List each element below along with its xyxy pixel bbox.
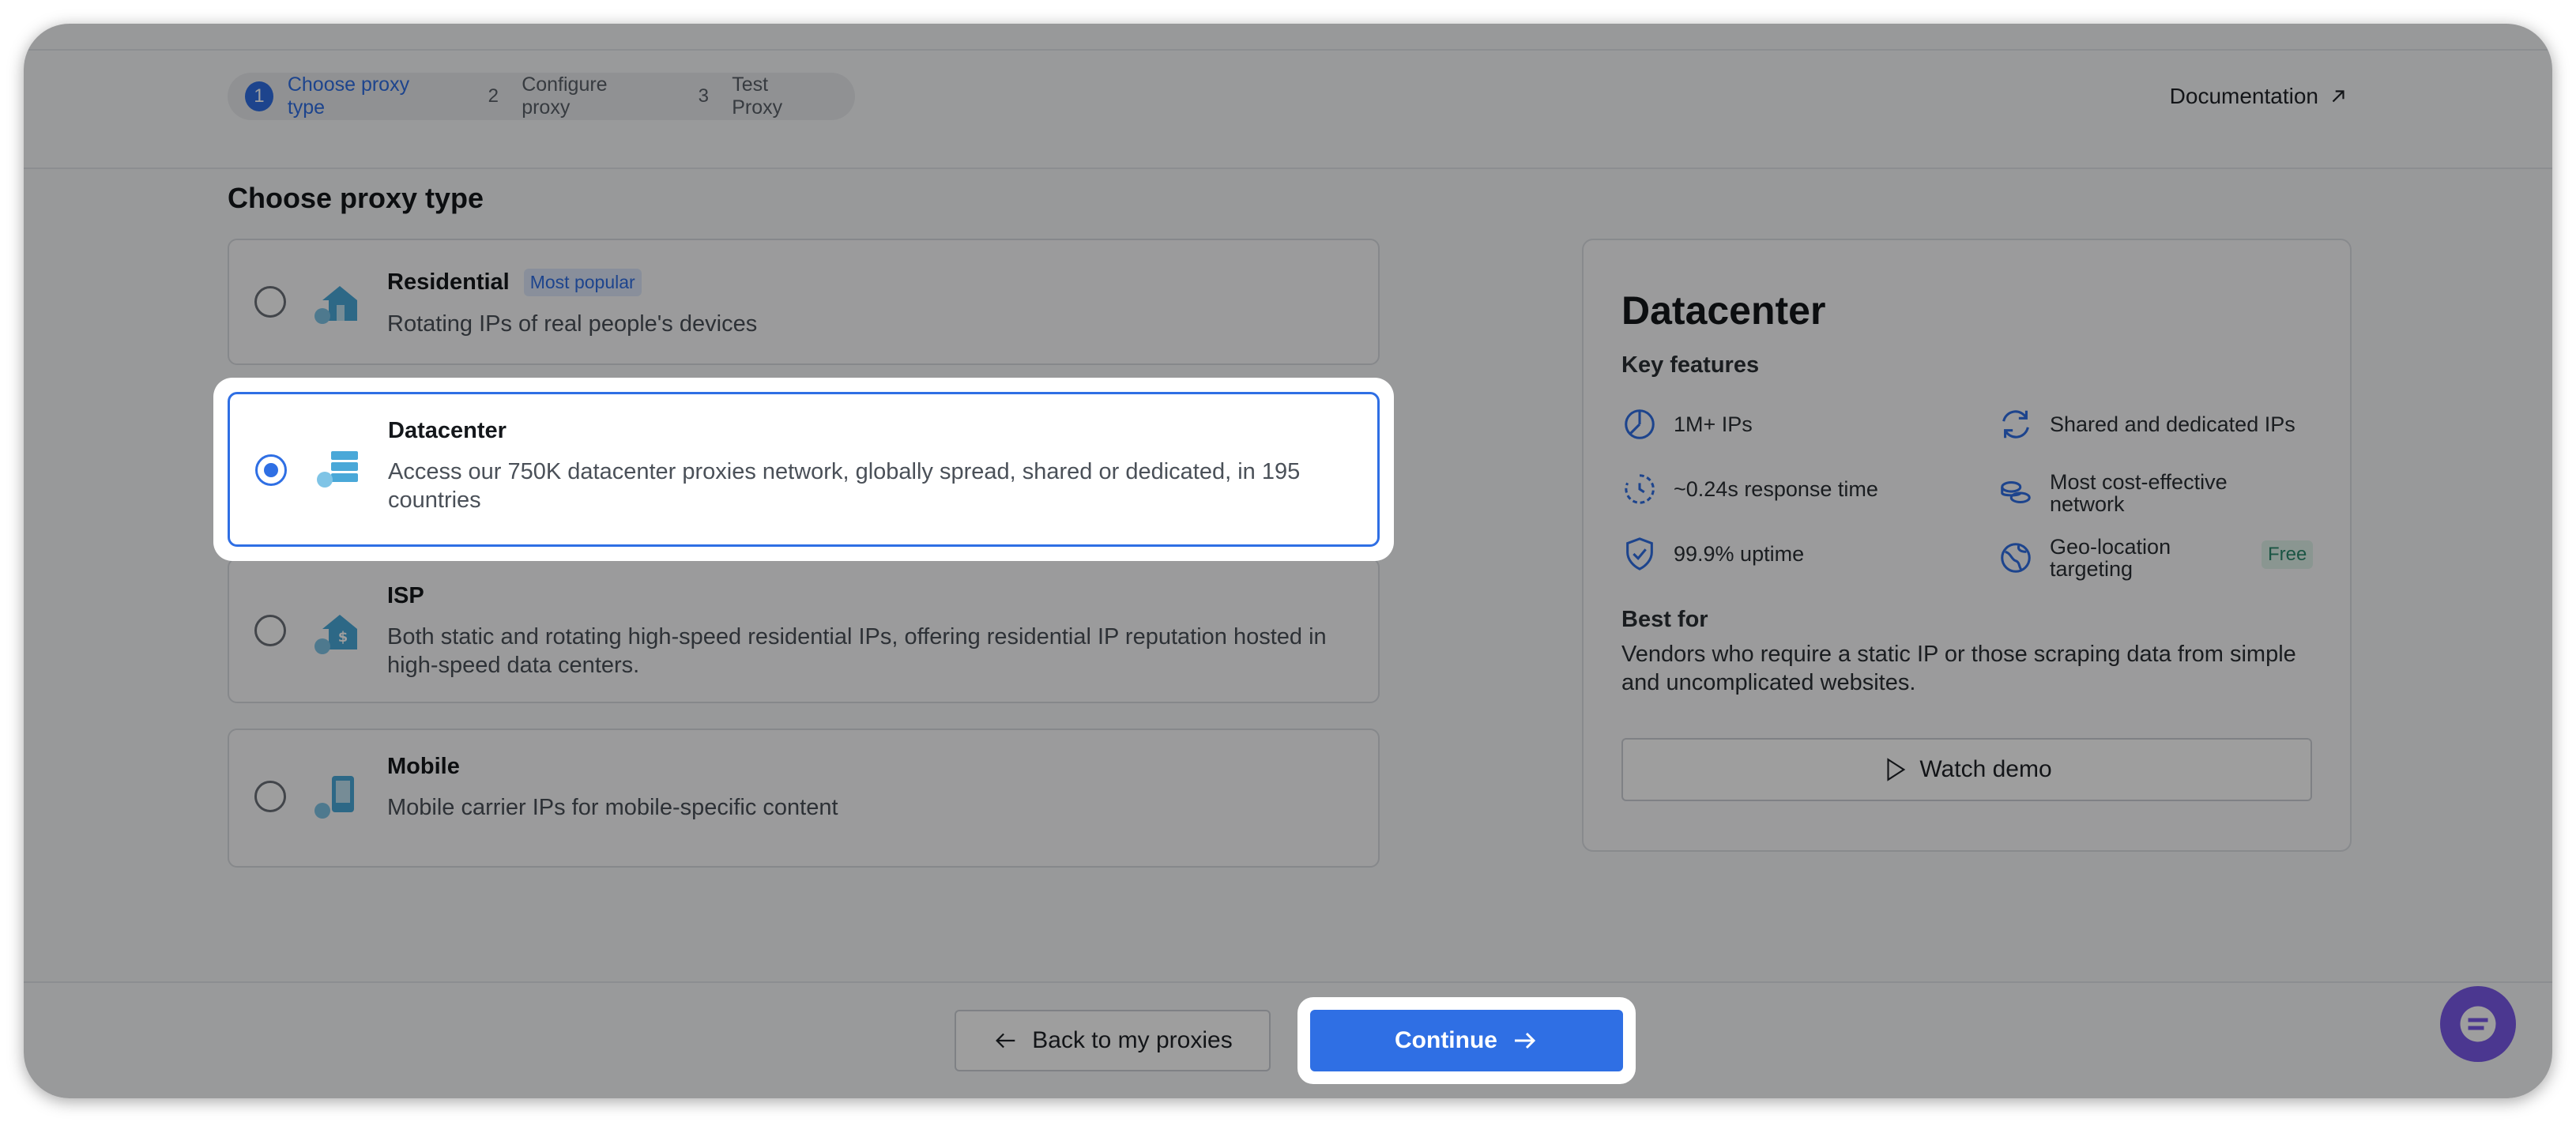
card-title: ISP [387,583,424,608]
chat-launcher-button[interactable] [2440,986,2516,1062]
pie-chart-icon [1625,409,1655,439]
feature-ips: 1M+ IPs [1621,406,1753,442]
step-number: 3 [698,85,710,107]
stepper: 1 Choose proxy type 2 Configure proxy 3 … [228,73,855,120]
card-title: Datacenter [388,418,507,443]
step-number: 2 [488,85,499,107]
external-link-icon [2332,90,2344,103]
shield-check-icon [1626,537,1653,570]
feature-uptime: 99.9% uptime [1621,536,1804,572]
step-number: 1 [245,81,273,111]
card-description: Mobile carrier IPs for mobile-specific c… [387,795,838,820]
best-for-label: Best for [1621,607,1708,632]
highlight-frame-continue: Continue [1297,997,1636,1084]
feature-label: 99.9% uptime [1674,542,1805,566]
feature-label: 1M+ IPs [1674,412,1753,436]
globe-icon [2001,543,2031,573]
back-to-proxies-button[interactable]: Back to my proxies [955,1010,1271,1071]
feature-cost-effective: Most cost-effective network [1998,471,2250,515]
highlight-frame-datacenter: Datacenter Access our 750K datacenter pr… [213,378,1394,561]
radio-isp[interactable] [254,615,286,646]
app-window: 1 Choose proxy type 2 Configure proxy 3 … [24,24,2552,1098]
card-description: Both static and rotating high-speed resi… [387,624,1327,678]
feature-label: Geo-location targeting [2050,535,2171,581]
feature-label: Most cost-effective network [2050,470,2228,516]
documentation-link[interactable]: Documentation [2170,84,2348,109]
coins-icon [2001,481,2031,504]
step-configure-proxy[interactable]: 2 Configure proxy [479,73,653,119]
arrow-left-icon [996,1033,1015,1049]
panel-title: Datacenter [1621,288,1826,333]
proxy-type-residential[interactable]: Residential Most popular Rotating IPs of… [228,239,1380,365]
step-label: Choose proxy type [287,73,410,119]
feature-response-time: ~0.24s response time [1621,471,1878,507]
timer-icon [1625,474,1655,504]
feature-geo-targeting: Geo-location targeting [1998,536,2171,580]
card-description: Rotating IPs of real people's devices [387,311,758,337]
radio-residential[interactable] [254,286,286,318]
play-icon [1887,758,1906,781]
feature-shared-dedicated: Shared and dedicated IPs [1998,406,2295,442]
watch-demo-label: Watch demo [1919,756,2052,782]
step-choose-proxy-type[interactable]: 1 Choose proxy type [245,73,443,119]
feature-label: ~0.24s response time [1674,477,1878,501]
continue-label: Continue [1395,1027,1497,1053]
step-label: Configure proxy [522,73,608,119]
datacenter-server-icon [317,451,358,488]
card-title: Mobile [387,754,460,779]
radio-mobile[interactable] [254,781,286,812]
back-label: Back to my proxies [1032,1027,1233,1053]
section-title: Choose proxy type [228,182,484,214]
proxy-type-isp[interactable]: $ ISP Both static and rotating high-spee… [228,558,1380,703]
radio-datacenter[interactable] [255,454,287,486]
residential-house-icon [314,286,357,324]
free-badge: Free [2262,540,2314,569]
watch-demo-button[interactable]: Watch demo [1621,738,2312,801]
chat-icon [2460,1006,2496,1042]
details-panel: Datacenter Key features 1M+ IPs Shared a… [1582,239,2352,852]
step-label: Test Proxy [732,73,783,119]
best-for-description: Vendors who require a static IP or those… [1621,642,2296,695]
key-features-label: Key features [1621,352,1760,378]
refresh-arrows-icon [2002,410,2029,439]
card-description: Access our 750K datacenter proxies netwo… [388,459,1301,513]
svg-text:$: $ [338,629,348,646]
mobile-phone-icon [314,776,354,819]
card-title: Residential [387,269,510,295]
step-test-proxy[interactable]: 3 Test Proxy [689,73,819,119]
proxy-type-datacenter[interactable]: Datacenter Access our 750K datacenter pr… [228,392,1380,547]
proxy-type-mobile[interactable]: Mobile Mobile carrier IPs for mobile-spe… [228,729,1380,868]
documentation-label: Documentation [2169,84,2318,108]
feature-label: Shared and dedicated IPs [2050,412,2295,436]
arrow-right-icon [1514,1032,1536,1049]
isp-house-dollar-icon: $ [314,615,357,654]
continue-button[interactable]: Continue [1310,1010,1623,1071]
footer-bar [24,981,2552,1098]
most-popular-badge: Most popular [523,269,642,296]
